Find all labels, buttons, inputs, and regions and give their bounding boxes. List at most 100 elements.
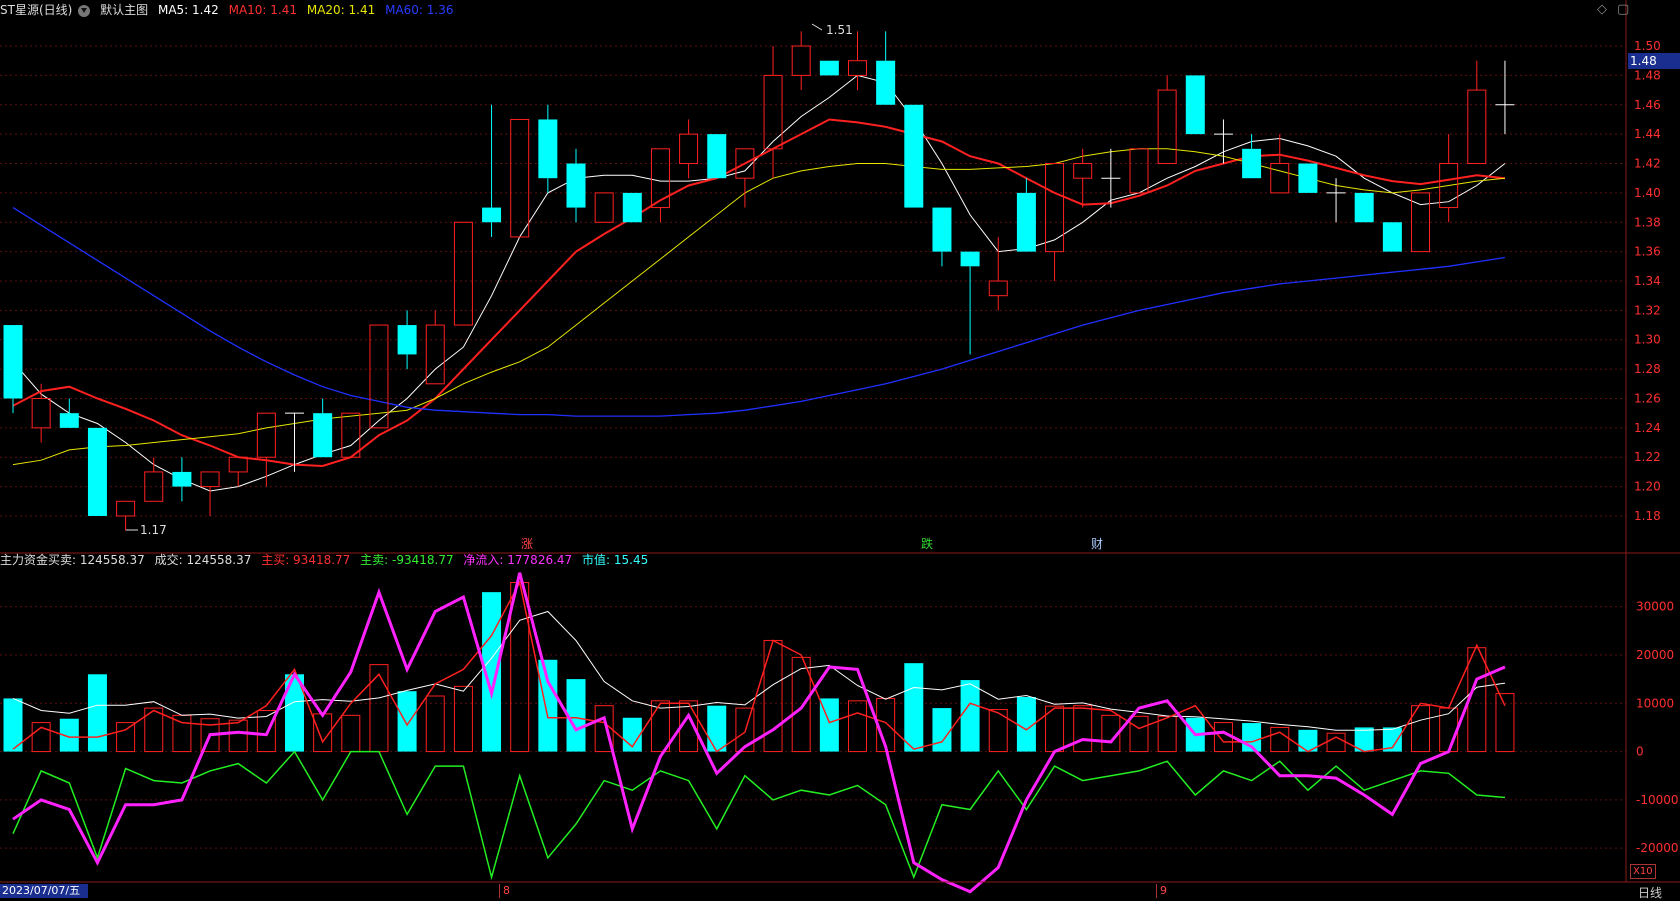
volume-bar[interactable] xyxy=(453,685,473,753)
volume-bar[interactable] xyxy=(172,714,192,753)
candlestick[interactable] xyxy=(1185,75,1205,135)
flow-tick-label: -20000 xyxy=(1636,841,1679,855)
candlestick[interactable] xyxy=(59,398,79,428)
candlestick[interactable] xyxy=(341,412,361,458)
candlestick[interactable] xyxy=(200,471,220,516)
candlestick[interactable] xyxy=(1129,148,1149,194)
candle-body xyxy=(960,251,980,267)
price-tick-label: 1.40 xyxy=(1634,186,1661,200)
dropdown-icon[interactable] xyxy=(78,4,91,17)
volume-bar[interactable] xyxy=(510,581,530,753)
indicator-header: 主力资金买卖: 124558.37 成交: 124558.37 主买: 9341… xyxy=(0,550,654,570)
price-tick-label: 1.24 xyxy=(1634,421,1661,435)
candle-body xyxy=(1016,192,1036,252)
candlestick[interactable] xyxy=(1326,178,1346,223)
candlestick[interactable] xyxy=(538,104,558,193)
candlestick[interactable] xyxy=(1016,178,1036,252)
candlestick[interactable] xyxy=(1213,119,1233,164)
price-tick-label: 1.46 xyxy=(1634,98,1661,112)
candlestick[interactable] xyxy=(228,456,248,487)
candlestick[interactable] xyxy=(453,221,473,326)
candlestick[interactable] xyxy=(144,457,164,502)
candlestick[interactable] xyxy=(313,398,333,458)
volume-bar[interactable] xyxy=(566,679,586,752)
volume-bars[interactable] xyxy=(3,581,1515,753)
volume-bar[interactable] xyxy=(425,695,445,753)
candlestick[interactable] xyxy=(172,457,192,502)
candlestick[interactable] xyxy=(791,31,811,91)
candle-body xyxy=(1185,75,1205,135)
candlestick[interactable] xyxy=(1467,60,1487,165)
candlestick[interactable] xyxy=(3,325,23,414)
market-value: 市值: 15.45 xyxy=(582,553,649,567)
volume-bar[interactable] xyxy=(341,714,361,753)
volume-bar[interactable] xyxy=(397,691,417,752)
candlestick[interactable] xyxy=(960,251,980,355)
candlestick[interactable] xyxy=(1270,134,1290,194)
volume-bar[interactable] xyxy=(848,700,867,753)
candlestick[interactable] xyxy=(707,134,727,179)
volume-bar[interactable] xyxy=(538,659,558,752)
candlestick[interactable] xyxy=(932,207,952,267)
volume-bar[interactable] xyxy=(1129,715,1149,753)
candlestick[interactable] xyxy=(1354,192,1374,223)
candlestick[interactable] xyxy=(735,148,755,208)
candlestick[interactable] xyxy=(510,118,530,238)
volume-bar[interactable] xyxy=(228,719,248,753)
candlestick[interactable] xyxy=(904,104,924,208)
volume-bar[interactable] xyxy=(1073,705,1093,753)
candlestick[interactable] xyxy=(622,192,642,223)
candlestick[interactable] xyxy=(256,412,276,487)
candlestick[interactable] xyxy=(763,46,783,179)
main-sell-line xyxy=(12,750,1506,881)
volume-bar[interactable] xyxy=(932,708,952,752)
volume-bar[interactable] xyxy=(369,664,389,753)
candlestick[interactable] xyxy=(425,310,445,385)
candlestick[interactable] xyxy=(482,104,502,237)
ma60-value: MA60: 1.36 xyxy=(385,3,454,17)
candlestick[interactable] xyxy=(1298,163,1318,193)
volume-bar[interactable] xyxy=(904,663,924,752)
candlestick[interactable] xyxy=(566,148,586,223)
volume-bar[interactable] xyxy=(960,680,980,752)
restore-icon[interactable]: ▢ xyxy=(1617,2,1629,17)
annotations: 1.51 1.17 涨 跌 财 xyxy=(126,23,1103,551)
volume-bar[interactable] xyxy=(1439,707,1459,753)
candlestick[interactable] xyxy=(679,119,699,179)
candlestick[interactable] xyxy=(116,500,136,531)
price-tick-label: 1.38 xyxy=(1634,215,1661,229)
volume-bar[interactable] xyxy=(1467,647,1487,753)
candlestick[interactable] xyxy=(848,31,867,91)
candle-body xyxy=(200,471,220,488)
candlestick[interactable] xyxy=(650,148,670,223)
candlestick[interactable] xyxy=(1157,75,1177,165)
candlestick[interactable] xyxy=(397,310,417,370)
month-label-sep: 9 xyxy=(1156,884,1167,898)
volume-bar[interactable] xyxy=(707,705,727,752)
volume-bar[interactable] xyxy=(87,674,107,752)
chart-canvas[interactable]: 1.18 1.20 1.22 1.24 1.26 1.28 1.30 1.32 1.34 1.36… xyxy=(0,0,1680,899)
ma20-value: MA20: 1.41 xyxy=(306,3,376,17)
price-tick-label: 1.26 xyxy=(1634,391,1661,405)
stock-title[interactable]: ST星源(日线) xyxy=(0,3,72,17)
period-label[interactable]: 日线 xyxy=(1638,884,1662,901)
candlestick[interactable] xyxy=(594,192,614,223)
volume-bar[interactable] xyxy=(116,722,136,753)
volume-bar[interactable] xyxy=(1326,732,1346,753)
candle-body xyxy=(228,456,248,473)
candlestick[interactable] xyxy=(876,31,896,105)
volume-bar[interactable] xyxy=(1270,726,1290,753)
candle-body xyxy=(1354,192,1374,223)
candle-body xyxy=(1270,163,1290,194)
diamond-icon[interactable]: ◇ xyxy=(1597,2,1607,17)
candle-body xyxy=(594,192,614,223)
candlestick[interactable] xyxy=(819,60,839,76)
candle-body xyxy=(31,397,51,429)
candlestick[interactable] xyxy=(1382,222,1402,252)
volume-bar[interactable] xyxy=(1157,715,1177,753)
template-name[interactable]: 默认主图 xyxy=(100,3,148,17)
candlestick[interactable] xyxy=(87,427,107,516)
indicator-name[interactable]: 主力资金买卖 xyxy=(0,553,72,567)
candlestick[interactable] xyxy=(31,383,51,443)
candlestick[interactable] xyxy=(988,236,1008,311)
